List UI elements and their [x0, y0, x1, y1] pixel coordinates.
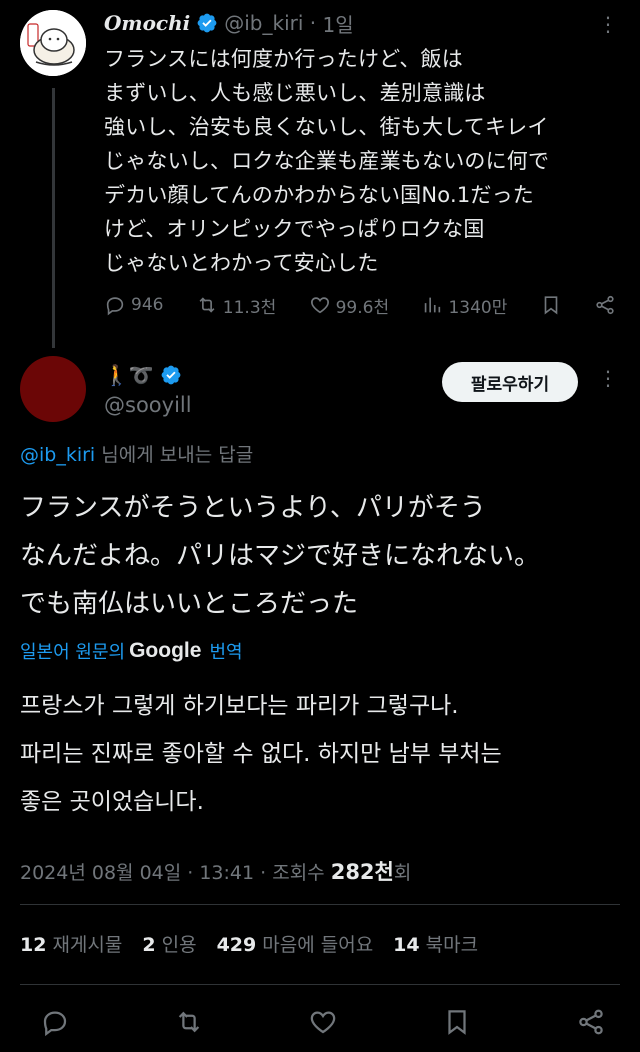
parent-action-bar: 946 11.3천 99.6천 1340만 [104, 290, 616, 320]
parent-more-icon[interactable]: ⋮ [596, 10, 620, 38]
translation-attribution[interactable]: 일본어 원문의 Google 번역 [20, 636, 243, 666]
bookmarks-label: 북마크 [425, 934, 479, 956]
parent-share-button[interactable] [594, 294, 616, 316]
thread-line [52, 88, 55, 348]
repost-icon [199, 297, 215, 313]
reply-icon[interactable] [40, 1007, 70, 1037]
translate-prefix: 일본어 원문의 [20, 642, 126, 663]
analytics-icon [425, 297, 441, 313]
tweet-date[interactable]: 2024년 08월 04일 · 13:41 · 조회수 [20, 862, 331, 884]
main-handle[interactable]: @sooyill [104, 393, 192, 417]
quotes-count: 2 [142, 934, 156, 956]
main-action-bar [40, 1002, 606, 1042]
divider [20, 904, 620, 905]
main-tweet-text: フランスがそうというより、パリがそう なんだよね。パリはマジで好きになれない。 … [20, 493, 541, 619]
heart-icon[interactable] [308, 1007, 338, 1037]
reply-icon [106, 297, 124, 316]
view-suffix: 회 [393, 862, 412, 884]
parent-handle[interactable]: @ib_kiri [224, 11, 303, 35]
main-display-name[interactable]: 🚶‍➰ [104, 363, 154, 387]
parent-header: Omochi @ib_kiri · 1일 [104, 8, 354, 38]
tweet-meta: 2024년 08월 04일 · 13:41 · 조회수 282천회 [20, 856, 411, 886]
parent-reply-button[interactable]: 946 [104, 294, 163, 316]
parent-repost-button[interactable]: 11.3천 [196, 293, 277, 318]
verified-badge-icon [161, 365, 181, 385]
reposts-label: 재게시물 [52, 934, 123, 956]
mochi-avatar-image [20, 10, 86, 76]
likes-stat[interactable]: 429 마음에 들어요 [217, 930, 374, 957]
bookmark-icon [544, 296, 557, 315]
parent-display-name[interactable]: Omochi [104, 11, 190, 35]
verified-badge-icon [197, 13, 217, 33]
quotes-label: 인용 [161, 934, 197, 956]
parent-like-count: 99.6천 [335, 297, 390, 318]
parent-like-button[interactable]: 99.6천 [309, 293, 390, 318]
reply-to-line: @ib_kiri 님에게 보내는 답글 [20, 440, 253, 467]
parent-tweet-text: フランスには何度か行ったけど、飯は まずいし、人も感じ悪いし、差別意識は 強いし… [104, 47, 550, 275]
tweet-detail-screen: Omochi @ib_kiri · 1일 ⋮ フランスには何度か行ったけど、飯は… [0, 0, 640, 1052]
parent-bookmark-button[interactable] [540, 294, 562, 316]
divider [20, 984, 620, 985]
reply-to-mention[interactable]: @ib_kiri [20, 444, 95, 466]
view-count: 282천 [330, 860, 394, 884]
parent-views-count: 1340만 [448, 297, 508, 318]
repost-icon[interactable] [174, 1007, 204, 1037]
bookmark-icon[interactable] [442, 1007, 472, 1037]
heart-icon [310, 297, 329, 314]
parent-reply-count: 946 [131, 295, 164, 315]
google-logo: Google [129, 639, 202, 662]
parent-avatar[interactable] [20, 10, 86, 76]
parent-repost-count: 11.3천 [222, 297, 277, 318]
bookmarks-stat[interactable]: 14 북마크 [393, 930, 478, 957]
engagement-stats: 12 재게시물 2 인용 429 마음에 들어요 14 북마크 [20, 930, 478, 957]
quotes-stat[interactable]: 2 인용 [142, 930, 196, 957]
parent-time[interactable]: 1일 [323, 9, 354, 38]
parent-views-button[interactable]: 1340만 [421, 293, 507, 318]
reposts-stat[interactable]: 12 재게시물 [20, 930, 122, 957]
translate-suffix: 번역 [209, 642, 243, 663]
reply-to-label: 님에게 보내는 답글 [95, 444, 254, 466]
reposts-count: 12 [20, 934, 47, 956]
separator-dot: · [303, 11, 323, 35]
main-name-row: 🚶‍➰ [104, 360, 188, 390]
main-more-icon[interactable]: ⋮ [596, 366, 620, 390]
likes-label: 마음에 들어요 [262, 934, 374, 956]
translated-text: 프랑스가 그렇게 하기보다는 파리가 그렇구나. 파리는 진짜로 좋아할 수 없… [20, 693, 502, 815]
share-icon [596, 295, 614, 315]
likes-count: 429 [216, 934, 257, 956]
share-icon[interactable] [576, 1007, 606, 1037]
main-avatar[interactable] [20, 356, 86, 422]
follow-button[interactable]: 팔로우하기 [442, 362, 578, 402]
bookmarks-count: 14 [393, 934, 420, 956]
